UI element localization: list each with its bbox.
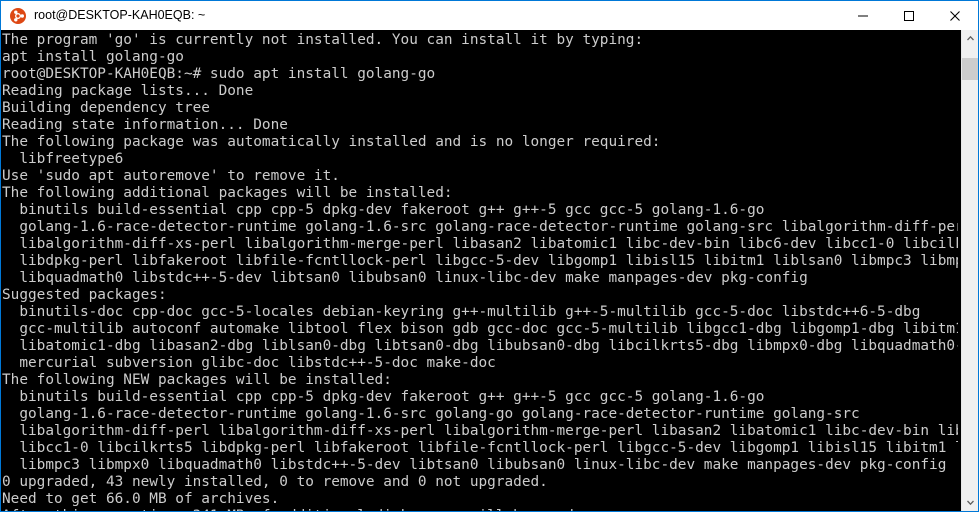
terminal-line: binutils-doc cpp-doc gcc-5-locales debia… (2, 304, 921, 320)
terminal-line: The program 'go' is currently not instal… (2, 32, 644, 48)
terminal-line: Use 'sudo apt autoremove' to remove it. (2, 168, 340, 184)
terminal-line: Reading state information... Done (2, 117, 288, 133)
terminal-line: libalgorithm-diff-perl libalgorithm-diff… (2, 423, 958, 439)
terminal-line: libfreetype6 (2, 151, 124, 167)
maximize-icon (904, 10, 914, 21)
terminal-line: After this operation, 341 MB of addition… (2, 508, 958, 511)
terminal-output-area[interactable]: The program 'go' is currently not instal… (1, 30, 978, 511)
minimize-icon (858, 15, 868, 16)
terminal-line: Need to get 66.0 MB of archives. (2, 491, 280, 507)
terminal-line: mercurial subversion glibc-doc libstdc++… (2, 355, 496, 371)
terminal-line: binutils build-essential cpp cpp-5 dpkg-… (2, 202, 765, 218)
terminal-line: libmpc3 libmpx0 libquadmath0 libstdc++-5… (2, 457, 947, 473)
terminal-line: 0 upgraded, 43 newly installed, 0 to rem… (2, 474, 548, 490)
ubuntu-logo-icon (10, 7, 26, 24)
scroll-up-icon (966, 35, 974, 41)
terminal-line: libcc1-0 libcilkrts5 libdpkg-perl libfak… (2, 440, 958, 456)
terminal-line: gcc-multilib autoconf automake libtool f… (2, 321, 958, 337)
terminal-line: binutils build-essential cpp cpp-5 dpkg-… (2, 389, 765, 405)
close-icon (950, 10, 960, 21)
scroll-up-button[interactable] (962, 30, 978, 47)
console-text: The program 'go' is currently not instal… (2, 32, 958, 511)
maximize-button[interactable] (886, 1, 932, 30)
terminal-line: The following NEW packages will be insta… (2, 372, 392, 388)
terminal-line: golang-1.6-race-detector-runtime golang-… (2, 219, 958, 235)
terminal-line: libdpkg-perl libfakeroot libfile-fcntllo… (2, 253, 958, 269)
terminal-line: The following additional packages will b… (2, 185, 453, 201)
terminal-line: The following package was automatically … (2, 134, 661, 150)
terminal-line: golang-1.6-race-detector-runtime golang-… (2, 406, 860, 422)
terminal-line: Suggested packages: (2, 287, 167, 303)
scroll-down-icon (966, 500, 974, 506)
title-bar[interactable]: root@DESKTOP-KAH0EQB: ~ (1, 1, 978, 30)
scrollbar-thumb[interactable] (962, 58, 978, 80)
terminal-line: libatomic1-dbg libasan2-dbg liblsan0-dbg… (2, 338, 958, 354)
terminal-line: libalgorithm-diff-xs-perl libalgorithm-m… (2, 236, 958, 252)
terminal-line: libquadmath0 libstdc++-5-dev libtsan0 li… (2, 270, 808, 286)
terminal-line: Building dependency tree (2, 100, 210, 116)
close-button[interactable] (932, 1, 978, 30)
terminal-line: Reading package lists... Done (2, 83, 254, 99)
vertical-scrollbar[interactable] (961, 30, 978, 511)
minimize-button[interactable] (840, 1, 886, 30)
terminal-window: root@DESKTOP-KAH0EQB: ~ The program 'go'… (0, 0, 979, 512)
terminal-line: root@DESKTOP-KAH0EQB:~# sudo apt install… (2, 66, 436, 82)
window-title: root@DESKTOP-KAH0EQB: ~ (34, 8, 206, 22)
terminal-line: apt install golang-go (2, 49, 184, 65)
scroll-down-button[interactable] (962, 494, 978, 511)
scrollbar-track[interactable] (962, 47, 978, 494)
